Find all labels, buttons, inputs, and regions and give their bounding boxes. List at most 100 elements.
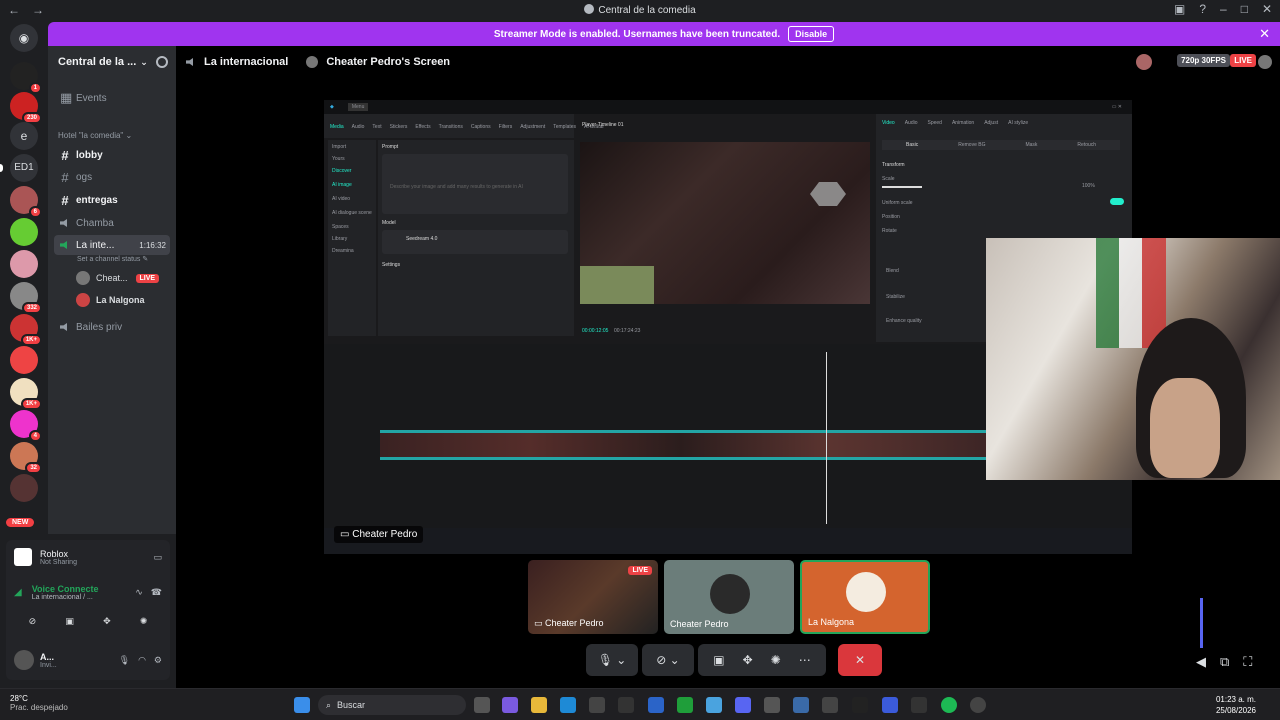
inspector-tab[interactable]: Video <box>882 120 895 126</box>
fullscreen-icon[interactable]: ⛶ <box>1243 654 1252 670</box>
windows-start-icon[interactable] <box>294 697 310 713</box>
copilot-icon[interactable] <box>502 697 518 713</box>
xbox-icon[interactable] <box>677 697 693 713</box>
spotify-icon[interactable] <box>941 697 957 713</box>
prompt-input[interactable]: Describe your image and add many results… <box>382 154 568 214</box>
capcut-icon[interactable] <box>911 697 927 713</box>
toolbar-tab[interactable]: Text <box>372 124 381 130</box>
toolbar-tab[interactable]: Stickers <box>390 124 408 130</box>
server-icon[interactable]: 1 <box>10 62 42 94</box>
disable-button[interactable]: Disable <box>788 26 835 42</box>
server-icon[interactable]: 4 <box>10 410 42 442</box>
server-icon[interactable]: ED1 <box>10 154 38 182</box>
close-window-button[interactable]: ✕ <box>1262 2 1272 16</box>
app-icon[interactable] <box>882 697 898 713</box>
toolbar-tab[interactable]: Templates <box>553 124 576 130</box>
soundboard-icon[interactable]: ✺ <box>140 616 148 627</box>
camera-off-icon[interactable]: ⊘ <box>29 616 37 627</box>
inspector-tab[interactable]: Speed <box>928 120 942 126</box>
channel-la-internacional[interactable]: La inte... 1:16:32 <box>54 235 170 255</box>
server-icon[interactable]: 1K+ <box>10 378 42 410</box>
close-icon[interactable]: ✕ <box>1259 26 1270 42</box>
toolbar-tab[interactable]: Adjustment <box>520 124 545 130</box>
app-icon[interactable] <box>706 697 722 713</box>
toolbar-tab[interactable]: Media <box>330 124 344 130</box>
nav-item[interactable]: Spaces <box>332 224 349 230</box>
inspector-subtab[interactable]: Remove BG <box>958 142 985 148</box>
inspector-tab[interactable]: Animation <box>952 120 974 126</box>
inspector-subtab[interactable]: Mask <box>1025 142 1037 148</box>
channel-lobby[interactable]: # lobby <box>54 145 170 165</box>
nav-item[interactable]: AI dialogue scene <box>332 210 372 216</box>
weather-widget[interactable]: 28°C Prac. despejado <box>10 694 68 712</box>
share-screen-icon[interactable]: ▣ <box>713 653 724 667</box>
uniform-scale-toggle[interactable] <box>1110 198 1124 205</box>
category-label[interactable]: Hotel "la comedia" ⌄ <box>58 131 132 140</box>
microphone-button[interactable]: 🎙 ⌄ <box>586 644 638 676</box>
inspector-subtab[interactable]: Retouch <box>1077 142 1096 148</box>
nav-item[interactable]: AI image <box>332 182 352 188</box>
volume-icon[interactable]: ◀ <box>1196 654 1206 670</box>
server-icon[interactable]: e <box>10 122 38 150</box>
app-icon[interactable] <box>618 697 634 713</box>
noise-suppression-icon[interactable]: ∿ <box>135 587 143 598</box>
voice-member[interactable]: Cheat... LIVE <box>76 268 160 288</box>
app-icon[interactable] <box>852 697 868 713</box>
nav-item[interactable]: AI video <box>332 196 350 202</box>
inspector-subtab[interactable]: Basic <box>906 142 918 148</box>
invite-icon[interactable] <box>156 56 168 68</box>
headphones-icon[interactable]: ◠ <box>138 655 146 666</box>
model-select[interactable]: Seedream 4.0 <box>382 230 568 254</box>
taskbar-search[interactable]: ⌕ Buscar <box>318 695 466 715</box>
toolbar-tab[interactable]: Filters <box>499 124 513 130</box>
server-icon[interactable] <box>10 346 38 374</box>
system-clock[interactable]: 01:23 a. m. 25/08/2026 <box>1216 694 1256 716</box>
soundboard-icon[interactable]: ✺ <box>771 653 781 667</box>
edge-icon[interactable] <box>560 697 576 713</box>
toolbar-tab[interactable]: Effects <box>415 124 430 130</box>
activity-row[interactable]: Roblox Not Sharing ▭ <box>14 548 162 566</box>
inspector-tab[interactable]: Audio <box>905 120 918 126</box>
app-icon[interactable] <box>793 697 809 713</box>
menu-button[interactable]: Menu <box>347 103 369 111</box>
timeline-playhead[interactable] <box>826 352 827 524</box>
voice-member[interactable]: La Nalgona <box>76 290 145 310</box>
scale-slider[interactable] <box>882 186 922 188</box>
participant-tile[interactable]: La Nalgona <box>800 560 930 634</box>
more-icon[interactable]: ⋯ <box>799 653 811 667</box>
app-icon[interactable] <box>764 697 780 713</box>
participant-tile[interactable]: Cheater Pedro <box>664 560 794 634</box>
microphone-icon[interactable]: 🎙 <box>119 655 130 666</box>
discord-taskbar-icon[interactable] <box>735 697 751 713</box>
nav-item[interactable]: Yours <box>332 156 345 162</box>
channel-ogs[interactable]: # ogs <box>54 167 170 187</box>
chat-bubble-icon[interactable] <box>1258 55 1272 69</box>
disconnect-icon[interactable]: ☎ <box>151 587 162 598</box>
share-screen-icon[interactable]: ▣ <box>65 616 74 627</box>
task-view-icon[interactable] <box>474 697 490 713</box>
inspector-tab[interactable]: AI stylize <box>1008 120 1028 126</box>
participant-tile[interactable]: LIVE ▭ Cheater Pedro <box>528 560 658 634</box>
channel-bailes-priv[interactable]: Bailes priv <box>54 317 170 337</box>
channel-entregas[interactable]: # entregas <box>54 190 170 210</box>
channel-status-hint[interactable]: Set a channel status ✎ <box>77 255 148 263</box>
toolbar-tab[interactable]: Audio <box>352 124 365 130</box>
guild-header[interactable]: Central de la ... ⌄ <box>48 46 176 78</box>
leave-call-button[interactable]: ✕ <box>838 644 882 676</box>
file-explorer-icon[interactable] <box>531 697 547 713</box>
nav-item[interactable]: Library <box>332 236 347 242</box>
maximize-button[interactable]: □ <box>1241 2 1248 16</box>
activities-icon[interactable]: ✥ <box>103 616 111 627</box>
toolbar-tab[interactable]: Captions <box>471 124 491 130</box>
voice-status-row[interactable]: ◢ Voice Connecte La internacional / ... ∿… <box>14 584 162 601</box>
discord-home-icon[interactable]: ◉ <box>10 24 38 52</box>
events-item[interactable]: ▦ Events <box>54 88 170 108</box>
server-icon[interactable] <box>10 218 38 246</box>
settings-gear-icon[interactable]: ⚙ <box>154 655 162 666</box>
app-icon[interactable] <box>648 697 664 713</box>
app-icon[interactable] <box>822 697 838 713</box>
activities-icon[interactable]: ✥ <box>743 653 753 667</box>
server-icon[interactable]: 1K+ <box>10 314 42 346</box>
video-preview[interactable] <box>580 142 870 304</box>
nav-item[interactable]: Discover <box>332 168 351 174</box>
